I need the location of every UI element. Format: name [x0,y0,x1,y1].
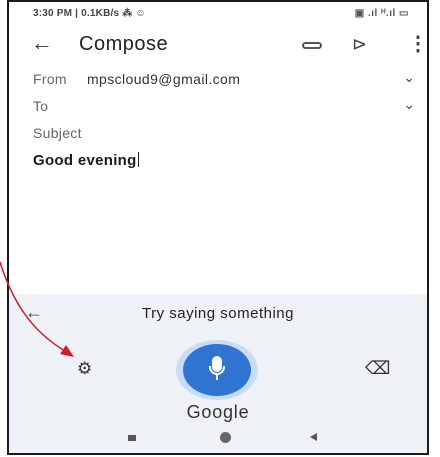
paperclip-icon[interactable] [302,42,322,49]
microphone-stem [216,375,218,380]
status-time: 3:30 PM | 0.1KB/s ⁂ ☺ [33,8,146,19]
voice-input-panel: ← Try saying something ⚙ ⌫ Google [9,294,427,436]
screen-title: Compose [79,33,169,55]
nav-back-icon[interactable] [310,433,317,441]
message-body[interactable]: Good evening [33,152,139,169]
subject-placeholder: Subject [33,125,82,141]
to-field[interactable]: To ⌄ [9,91,427,121]
recent-apps-icon[interactable] [128,435,136,441]
to-label: To [33,98,49,114]
chevron-down-icon[interactable]: ⌄ [403,96,415,113]
send-icon[interactable]: ⊳ [352,34,367,55]
subject-field[interactable]: Subject [9,118,427,148]
app-bar: ← Compose ⊳ ⋮ [9,24,427,64]
status-bar: 3:30 PM | 0.1KB/s ⁂ ☺ ▣ .ıl ᴴ.ıl ▭ [9,2,427,24]
text-cursor [137,152,139,167]
phone-screen: 3:30 PM | 0.1KB/s ⁂ ☺ ▣ .ıl ᴴ.ıl ▭ ← Com… [7,0,429,455]
system-nav-bar [9,425,427,453]
back-arrow-icon[interactable]: ← [31,30,53,56]
chevron-down-icon[interactable]: ⌄ [403,69,415,86]
from-field[interactable]: From mpscloud9@gmail.com ⌄ [9,64,427,94]
google-brand: Google [186,402,250,422]
voice-hint: Try saying something [141,305,294,322]
more-options-icon[interactable]: ⋮ [408,31,427,56]
backspace-icon[interactable]: ⌫ [365,358,390,379]
from-label: From [33,71,67,87]
status-indicators: ▣ .ıl ᴴ.ıl ▭ [354,8,409,19]
from-value: mpscloud9@gmail.com [87,71,241,87]
gear-icon[interactable]: ⚙ [77,359,92,379]
home-icon[interactable] [220,432,231,443]
message-body-text: Good evening [33,152,137,169]
